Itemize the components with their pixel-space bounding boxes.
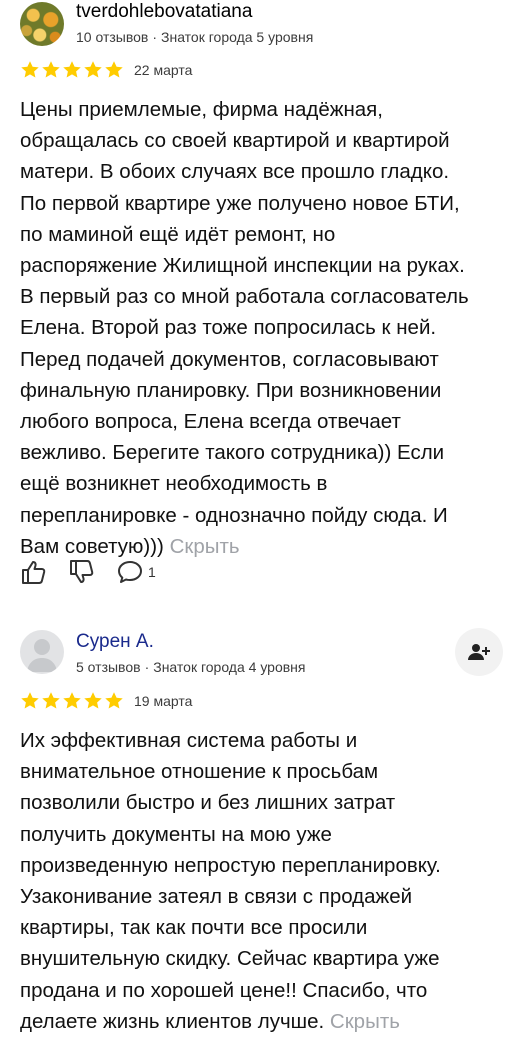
author-name[interactable]: tverdohlebovatatiana: [76, 0, 252, 24]
default-avatar-icon: [27, 639, 57, 672]
star-icon: [21, 692, 39, 709]
review-header: tverdohlebovatatiana 10 отзывов · Знаток г…: [0, 0, 523, 50]
star-icon: [42, 692, 60, 709]
dislike-button[interactable]: [68, 558, 96, 586]
comment-icon: [118, 561, 142, 583]
review-header: Сурен А. 5 отзывов · Знаток города 4 уровн…: [0, 618, 523, 676]
star-icon: [105, 61, 123, 78]
hide-link[interactable]: Скрыть: [330, 1010, 400, 1033]
star-icon: [63, 61, 81, 78]
star-icon: [63, 692, 81, 709]
subscribe-icon: [468, 644, 490, 660]
expert-level: Знаток города 5 уровня: [161, 29, 314, 45]
star-icon: [84, 692, 102, 709]
reviews-count: 5 отзывов: [76, 659, 141, 675]
reviews-count: 10 отзывов: [76, 29, 149, 45]
expert-level: Знаток города 4 уровня: [153, 659, 306, 675]
like-icon: [22, 561, 46, 584]
rating-row: 19 марта: [20, 691, 192, 711]
subscribe-button[interactable]: [455, 628, 503, 676]
review-body: Их эффективная система работы и внимател…: [20, 729, 441, 1033]
hide-link[interactable]: Скрыть: [170, 535, 240, 558]
review-body: Цены приемлемые, фирма надёжная, обращал…: [20, 98, 469, 558]
dislike-icon: [70, 560, 94, 583]
meta-separator: ·: [152, 29, 158, 45]
like-button[interactable]: [20, 558, 48, 586]
comment-button[interactable]: 1: [116, 558, 156, 586]
review-date: 22 марта: [134, 62, 193, 78]
review-date: 19 марта: [134, 693, 193, 709]
meta-separator: ·: [144, 659, 150, 675]
author-name[interactable]: Сурен А.: [76, 630, 154, 654]
review-actions: 1: [20, 556, 176, 588]
review-card: tverdohlebovatatiana 10 отзывов · Знаток г…: [0, 0, 523, 584]
review-text: Их эффективная система работы и внимател…: [20, 725, 510, 1037]
star-icon: [84, 61, 102, 78]
star-icon: [42, 61, 60, 78]
rating-row: 22 марта: [20, 60, 192, 80]
review-text: Цены приемлемые, фирма надёжная, обращал…: [20, 94, 510, 562]
comment-count: 1: [148, 564, 156, 580]
author-meta: 10 отзывов · Знаток города 5 уровня: [76, 28, 313, 46]
star-icon: [21, 61, 39, 78]
avatar[interactable]: [20, 630, 64, 674]
star-icon: [105, 692, 123, 709]
author-meta: 5 отзывов · Знаток города 4 уровня: [76, 658, 306, 676]
review-card: Сурен А. 5 отзывов · Знаток города 4 уровн…: [0, 618, 523, 1033]
avatar[interactable]: [20, 2, 64, 46]
